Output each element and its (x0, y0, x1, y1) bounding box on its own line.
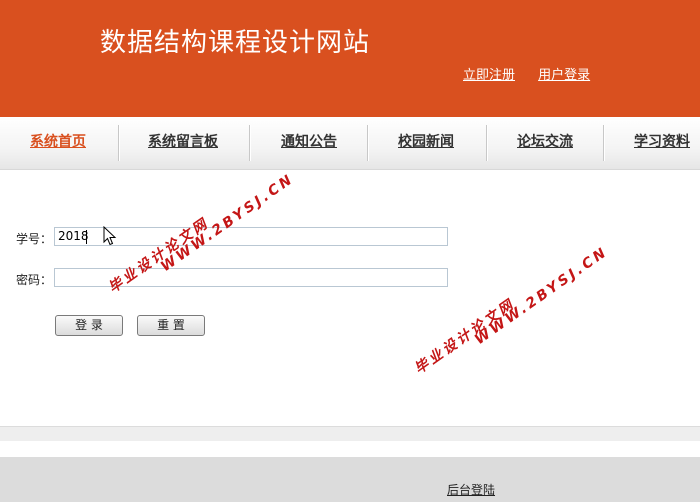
register-link[interactable]: 立即注册 (463, 68, 515, 83)
site-title: 数据结构课程设计网站 (100, 28, 371, 58)
nav-item-message-board[interactable]: 系统留言板 (148, 131, 218, 151)
admin-login-link[interactable]: 后台登陆 (447, 481, 495, 498)
site-footer: 后台登陆 (0, 457, 700, 502)
password-label: 密码： (16, 273, 53, 287)
nav-item-home[interactable]: 系统首页 (30, 131, 86, 151)
text-caret (86, 230, 87, 244)
login-button[interactable]: 登 录 (55, 315, 123, 336)
nav-divider (486, 125, 487, 161)
student-id-label: 学号： (16, 232, 53, 246)
content-divider (0, 426, 700, 441)
user-login-link[interactable]: 用户登录 (538, 68, 590, 83)
header-links: 立即注册 用户登录 (463, 64, 608, 83)
nav-item-campus-news[interactable]: 校园新闻 (398, 131, 454, 151)
nav-divider (118, 125, 119, 161)
nav-item-announcements[interactable]: 通知公告 (281, 131, 337, 151)
watermark-url: WWW.2BYSJ.CN (158, 170, 298, 276)
nav-divider (367, 125, 368, 161)
nav-item-study-materials[interactable]: 学习资料 (634, 131, 690, 151)
arrow-cursor-icon (103, 225, 117, 250)
password-input[interactable] (54, 268, 448, 287)
main-nav: 系统首页 系统留言板 通知公告 校园新闻 论坛交流 学习资料 (0, 117, 700, 170)
watermark-url: WWW.2BYSJ.CN (472, 243, 612, 349)
watermark-text: 毕业设计论文网 (411, 296, 519, 378)
nav-divider (249, 125, 250, 161)
site-header: 数据结构课程设计网站 立即注册 用户登录 (0, 0, 700, 117)
reset-button[interactable]: 重 置 (137, 315, 205, 336)
nav-divider (603, 125, 604, 161)
nav-item-forum[interactable]: 论坛交流 (517, 131, 573, 151)
